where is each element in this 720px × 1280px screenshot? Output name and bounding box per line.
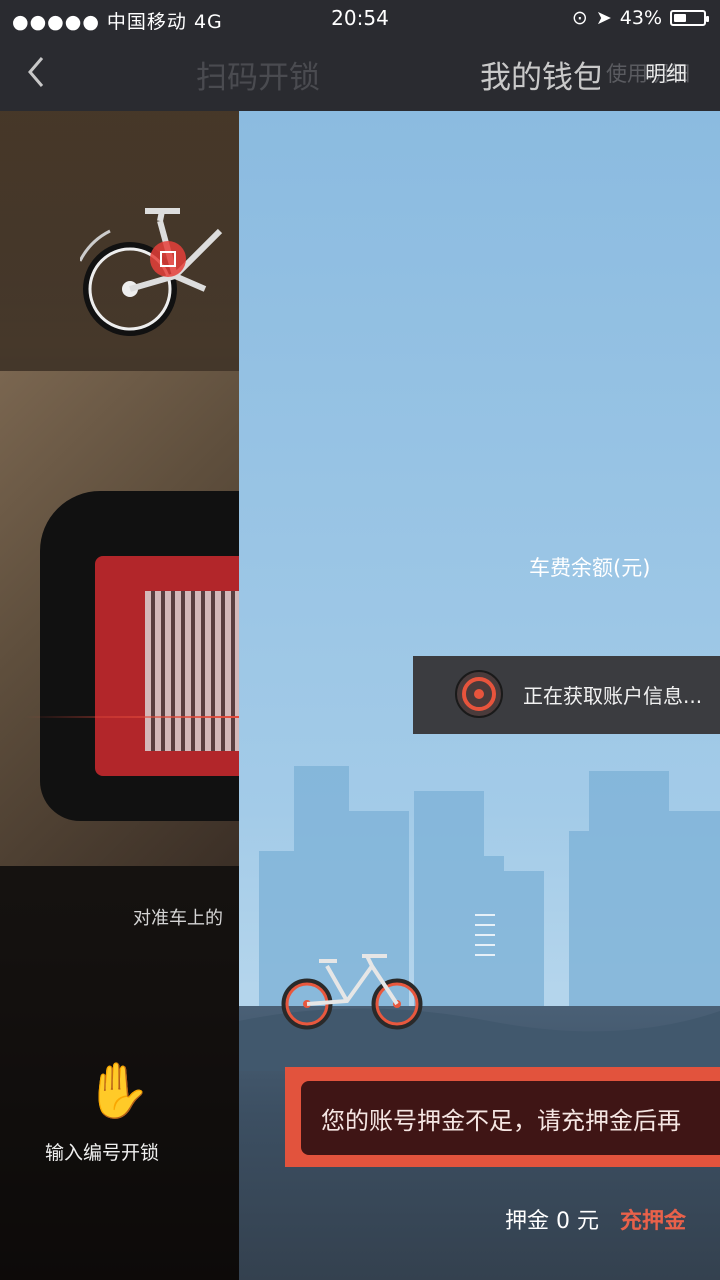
- loading-toast: 正在获取账户信息...: [413, 656, 720, 734]
- detail-button[interactable]: 明细: [645, 58, 687, 88]
- scan-line: [25, 716, 239, 718]
- bike-illustration: [281, 954, 423, 1030]
- recharge-deposit-button[interactable]: 充押金: [620, 1203, 686, 1235]
- loading-spinner-icon: [455, 670, 503, 718]
- qr-code-image: [145, 591, 239, 751]
- wallet-title: 我的钱包: [480, 60, 600, 96]
- chevron-left-icon: [28, 57, 44, 87]
- ladder-decoration: [475, 914, 495, 956]
- bike-scan-icon: [80, 208, 223, 336]
- status-bar: ●●●●● 中国移动 4G 20:54 ⊙ ➤ 43%: [0, 0, 720, 36]
- nav-bar: 扫码开锁 我的钱包 使用明细 明细: [0, 36, 720, 111]
- battery-fill: [674, 14, 687, 22]
- location-icon: ➤: [595, 7, 612, 29]
- battery-percent: 43%: [619, 7, 662, 29]
- status-right: ⊙ ➤ 43%: [571, 7, 709, 29]
- scan-unlock-title: 扫码开锁: [196, 60, 320, 96]
- manual-unlock-button[interactable]: 输入编号开锁: [45, 1138, 159, 1165]
- back-button[interactable]: [26, 54, 56, 90]
- battery-icon: [670, 10, 709, 26]
- rotation-lock-icon: ⊙: [571, 7, 588, 29]
- deposit-amount: 押金 0 元: [505, 1209, 599, 1234]
- alert-text: 您的账号押金不足，请充押金后再: [321, 1107, 681, 1135]
- scan-camera-view: 对准车上的 ✋ 输入编号开锁: [0, 111, 239, 1280]
- deposit-alert[interactable]: 您的账号押金不足，请充押金后再: [285, 1067, 720, 1167]
- alert-inner: 您的账号押金不足，请充押金后再: [301, 1081, 720, 1155]
- wallet-panel: 车费余额(元) 正在获取账户信息... 您的账号押金不足，请充押金后再 押金 0…: [239, 111, 720, 1280]
- loading-text: 正在获取账户信息...: [523, 684, 703, 708]
- balance-label: 车费余额(元): [529, 556, 651, 580]
- align-hint: 对准车上的: [133, 908, 223, 929]
- hand-icon[interactable]: ✋: [84, 1059, 151, 1123]
